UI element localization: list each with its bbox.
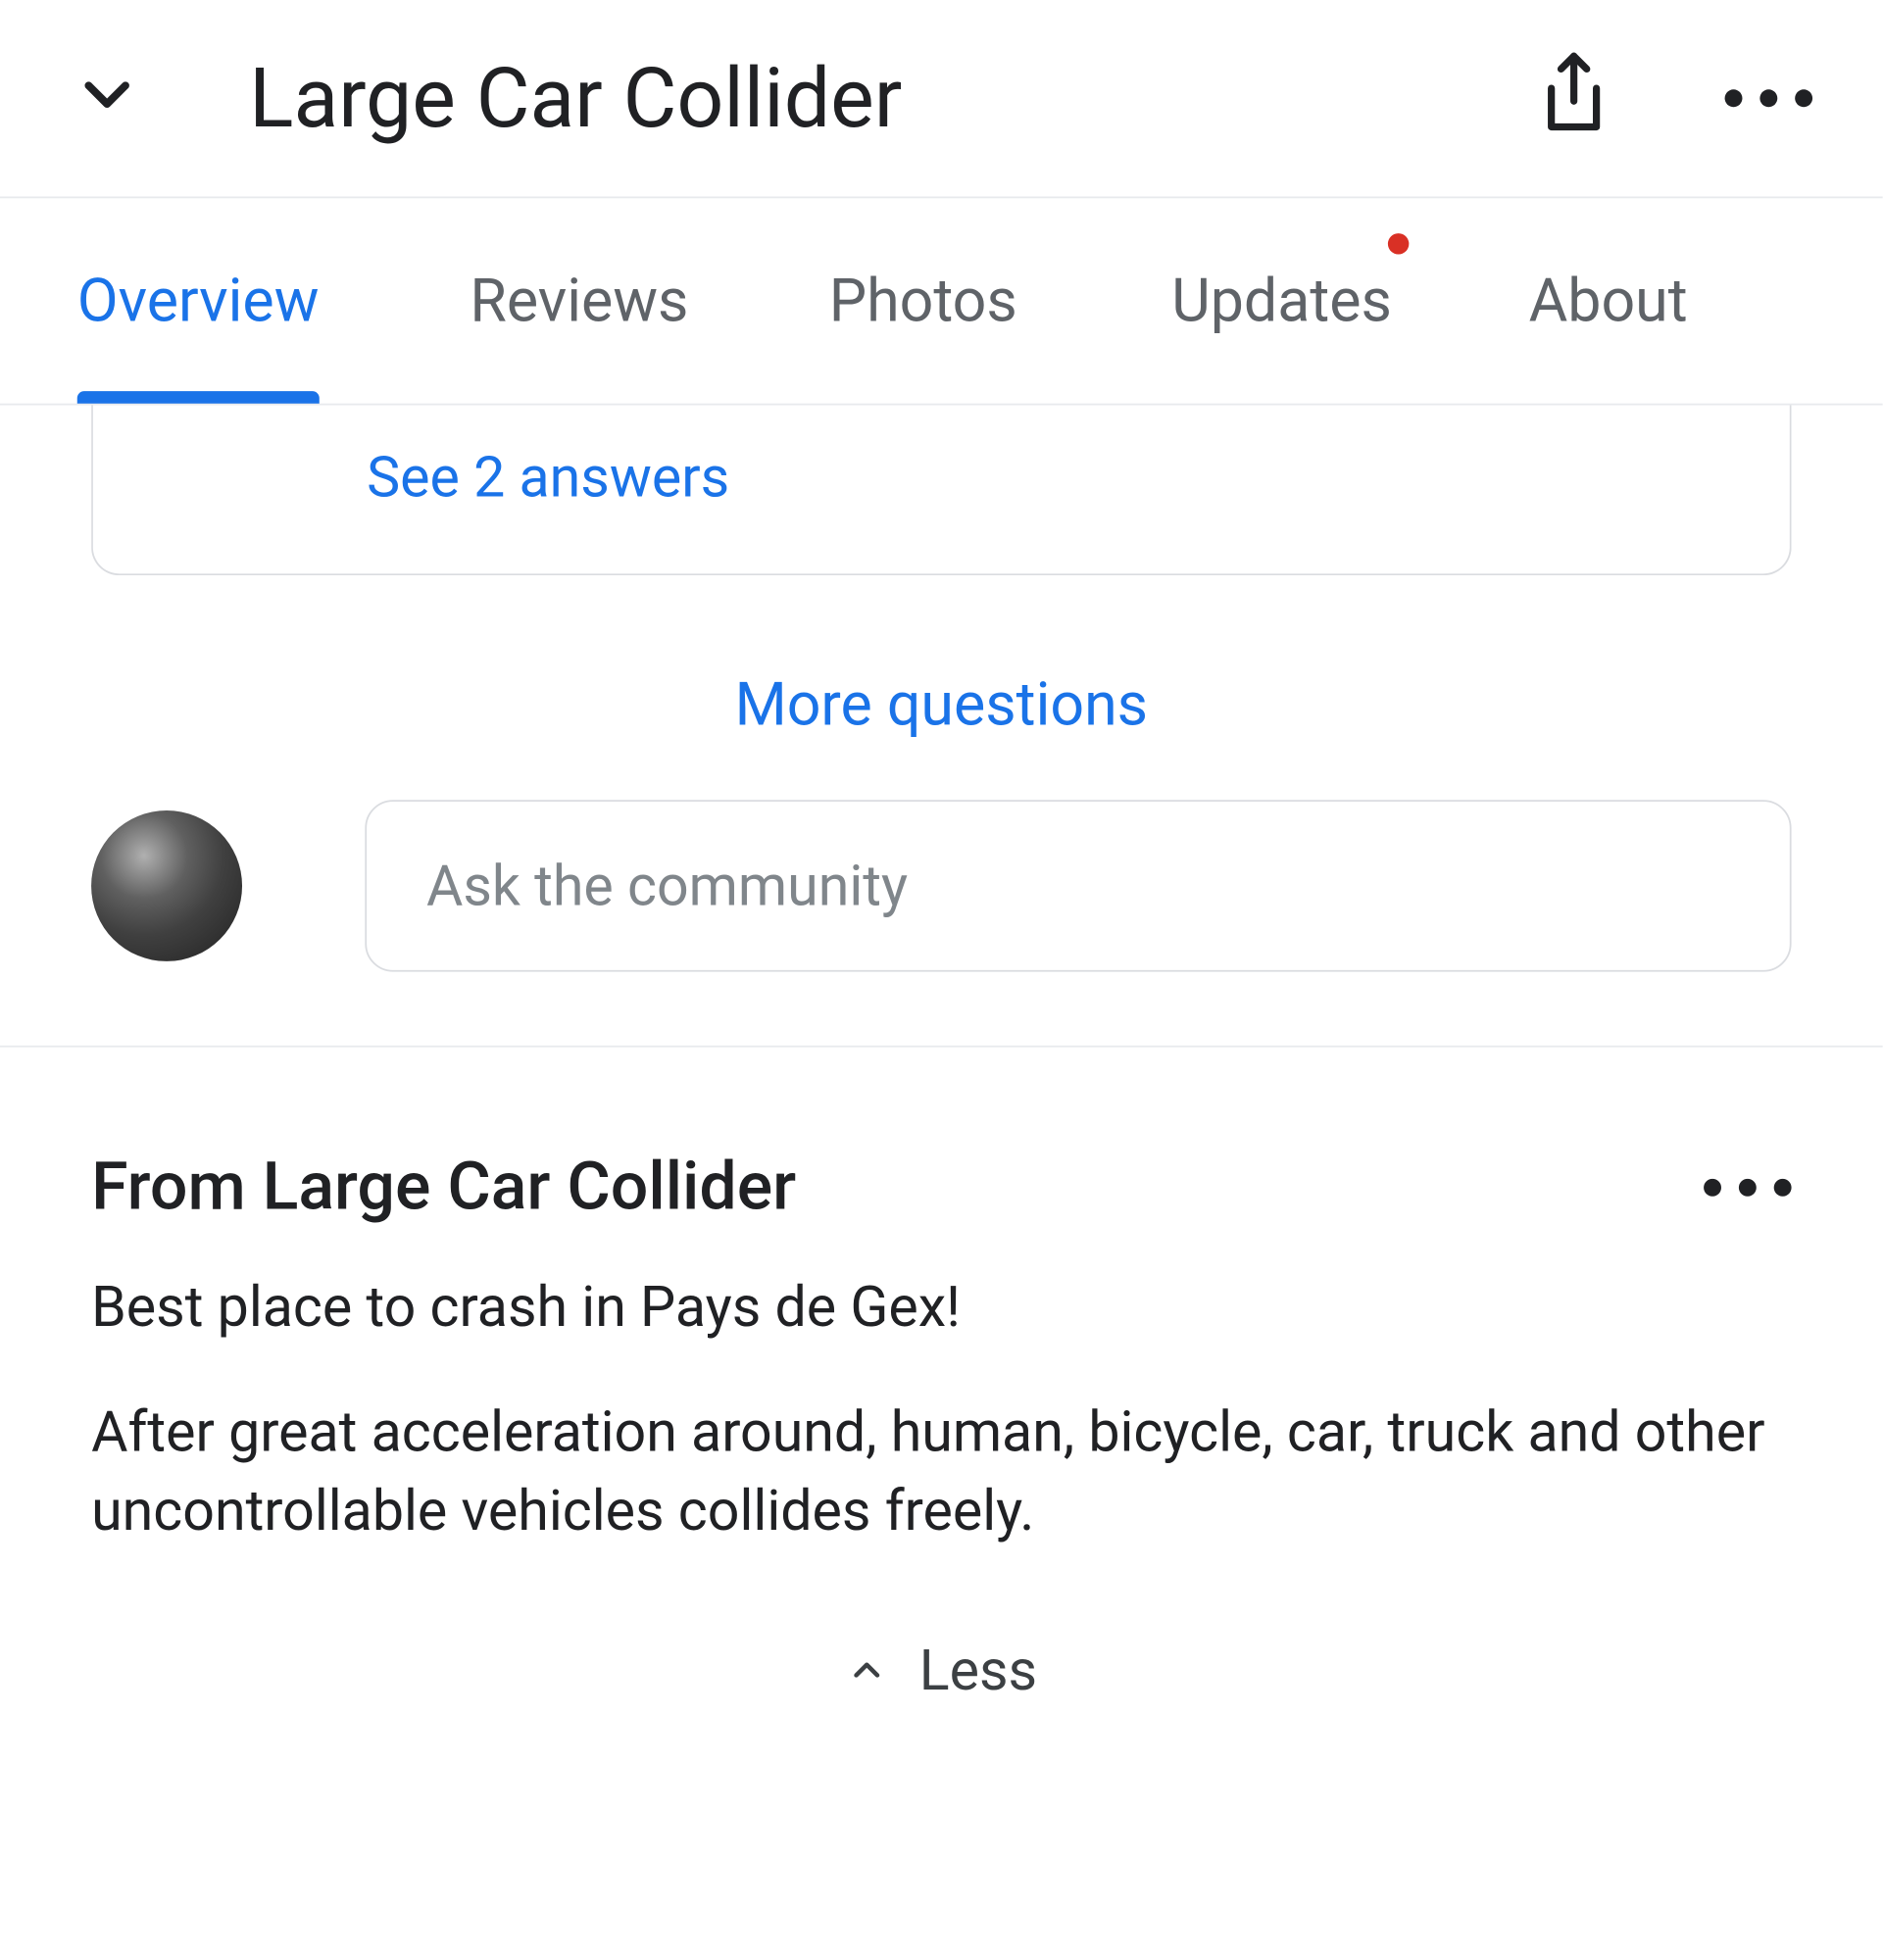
from-body: Best place to crash in Pays de Gex! Afte…	[91, 1268, 1792, 1549]
from-para-2: After great acceleration around, human, …	[91, 1393, 1792, 1549]
chevron-up-icon	[846, 1649, 888, 1691]
share-icon[interactable]	[1535, 49, 1612, 147]
header-actions	[1535, 49, 1812, 147]
more-questions-wrap: More questions	[91, 628, 1792, 800]
update-badge-icon	[1388, 233, 1409, 254]
page-title: Large Car Collider	[249, 50, 1430, 146]
more-questions-link[interactable]: More questions	[735, 670, 1149, 741]
less-label: Less	[919, 1638, 1037, 1704]
header: Large Car Collider	[0, 0, 1883, 196]
ask-community-input[interactable]	[365, 800, 1791, 971]
ask-row	[91, 800, 1792, 1046]
from-header: From Large Car Collider	[91, 1149, 1792, 1226]
less-button[interactable]: Less	[91, 1595, 1792, 1704]
avatar[interactable]	[91, 810, 242, 961]
more-icon[interactable]	[1725, 89, 1813, 107]
from-title: From Large Car Collider	[91, 1149, 796, 1226]
from-more-icon[interactable]	[1704, 1179, 1792, 1197]
from-section: From Large Car Collider Best place to cr…	[91, 1048, 1792, 1704]
see-answers-link[interactable]: See 2 answers	[367, 444, 729, 511]
content: See 2 answers More questions From Large …	[0, 405, 1883, 1703]
tabs: Overview Reviews Photos Updates About	[0, 198, 1883, 405]
tab-label: Updates	[1171, 266, 1392, 336]
qa-card: See 2 answers	[91, 405, 1792, 575]
tab-reviews[interactable]: Reviews	[470, 198, 688, 403]
chevron-down-icon[interactable]	[71, 58, 144, 138]
tab-about[interactable]: About	[1529, 198, 1688, 403]
tab-updates[interactable]: Updates	[1171, 198, 1392, 403]
from-para-1: Best place to crash in Pays de Gex!	[91, 1268, 1792, 1347]
tab-photos[interactable]: Photos	[829, 198, 1017, 403]
tab-overview[interactable]: Overview	[77, 198, 320, 403]
